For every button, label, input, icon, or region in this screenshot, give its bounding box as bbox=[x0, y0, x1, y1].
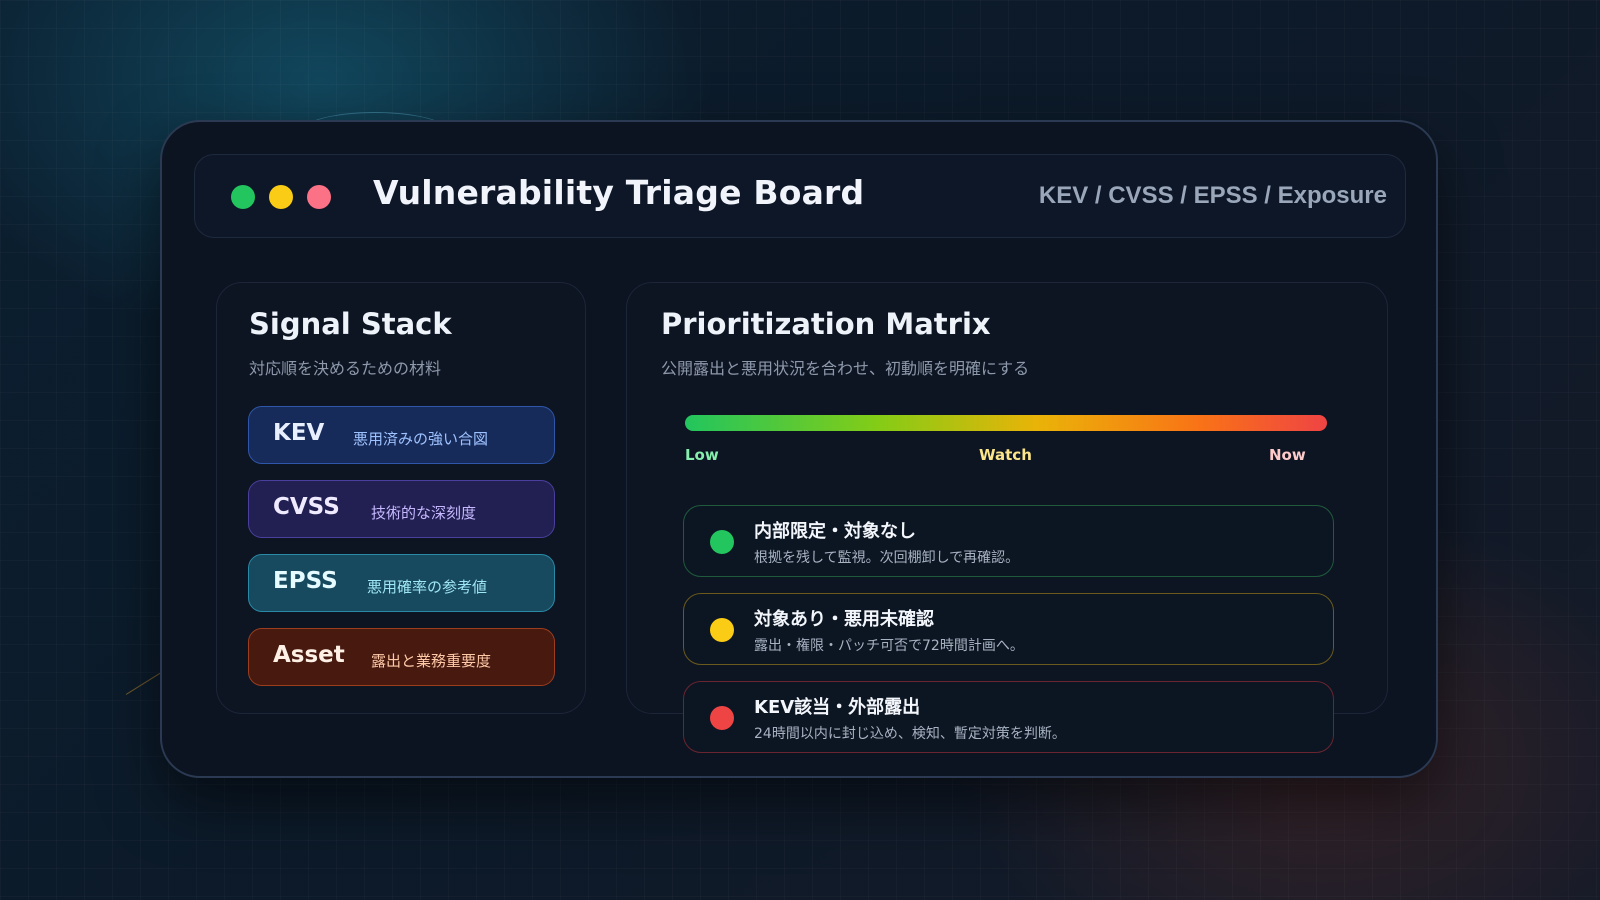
tier-description: 根拠を残して監視。次回棚卸しで再確認。 bbox=[754, 550, 1020, 566]
matrix-subtitle: 公開露出と悪用状況を合わせ、初動順を明確にする bbox=[661, 359, 1030, 378]
signal-description: 悪用確率の参考値 bbox=[367, 578, 488, 596]
tier-card-watch[interactable]: 対象あり・悪用未確認 露出・権限・パッチ可否で72時間計画へ。 bbox=[683, 593, 1334, 665]
signal-description: 技術的な深刻度 bbox=[371, 504, 477, 522]
scale-label-low: Low bbox=[685, 446, 719, 464]
status-dot-icon bbox=[710, 618, 734, 642]
tier-card-now[interactable]: KEV該当・外部露出 24時間以内に封じ込め、検知、暫定対策を判断。 bbox=[683, 681, 1334, 753]
window-maximize-button[interactable] bbox=[231, 185, 255, 209]
scale-label-now: Now bbox=[1269, 446, 1306, 464]
tier-description: 露出・権限・パッチ可否で72時間計画へ。 bbox=[754, 638, 1024, 654]
decorative-line bbox=[125, 672, 161, 695]
title-bar: Vulnerability Triage Board KEV / CVSS / … bbox=[194, 154, 1406, 238]
tier-title: KEV該当・外部露出 bbox=[754, 697, 921, 718]
window-minimize-button[interactable] bbox=[269, 185, 293, 209]
signal-item-asset[interactable]: Asset 露出と業務重要度 bbox=[248, 628, 555, 686]
prioritization-matrix-panel: Prioritization Matrix 公開露出と悪用状況を合わせ、初動順を… bbox=[626, 282, 1388, 753]
tier-title: 対象あり・悪用未確認 bbox=[754, 609, 934, 630]
signal-name: Asset bbox=[273, 642, 345, 668]
signal-stack-panel: Signal Stack 対応順を決めるための材料 KEV 悪用済みの強い合図 … bbox=[216, 282, 586, 714]
signal-item-kev[interactable]: KEV 悪用済みの強い合図 bbox=[248, 406, 555, 464]
signal-item-cvss[interactable]: CVSS 技術的な深刻度 bbox=[248, 480, 555, 538]
signal-name: KEV bbox=[273, 420, 325, 446]
signal-description: 悪用済みの強い合図 bbox=[353, 430, 489, 448]
app-subtitle: KEV / CVSS / EPSS / Exposure bbox=[1038, 182, 1387, 209]
priority-gradient-bar bbox=[685, 415, 1327, 431]
tier-description: 24時間以内に封じ込め、検知、暫定対策を判断。 bbox=[754, 726, 1066, 742]
status-dot-icon bbox=[710, 530, 734, 554]
status-dot-icon bbox=[710, 706, 734, 730]
signal-description: 露出と業務重要度 bbox=[371, 652, 492, 670]
signal-item-epss[interactable]: EPSS 悪用確率の参考値 bbox=[248, 554, 555, 612]
signal-stack-title: Signal Stack bbox=[249, 307, 452, 341]
window-close-button[interactable] bbox=[307, 185, 331, 209]
app-title: Vulnerability Triage Board bbox=[373, 173, 865, 212]
signal-stack-subtitle: 対応順を決めるための材料 bbox=[249, 359, 442, 378]
scale-label-watch: Watch bbox=[979, 446, 1032, 464]
signal-name: CVSS bbox=[273, 494, 340, 520]
signal-name: EPSS bbox=[273, 568, 338, 594]
tier-title: 内部限定・対象なし bbox=[754, 521, 916, 542]
app-window: Vulnerability Triage Board KEV / CVSS / … bbox=[160, 120, 1438, 778]
tier-card-low[interactable]: 内部限定・対象なし 根拠を残して監視。次回棚卸しで再確認。 bbox=[683, 505, 1334, 577]
matrix-title: Prioritization Matrix bbox=[661, 307, 991, 341]
